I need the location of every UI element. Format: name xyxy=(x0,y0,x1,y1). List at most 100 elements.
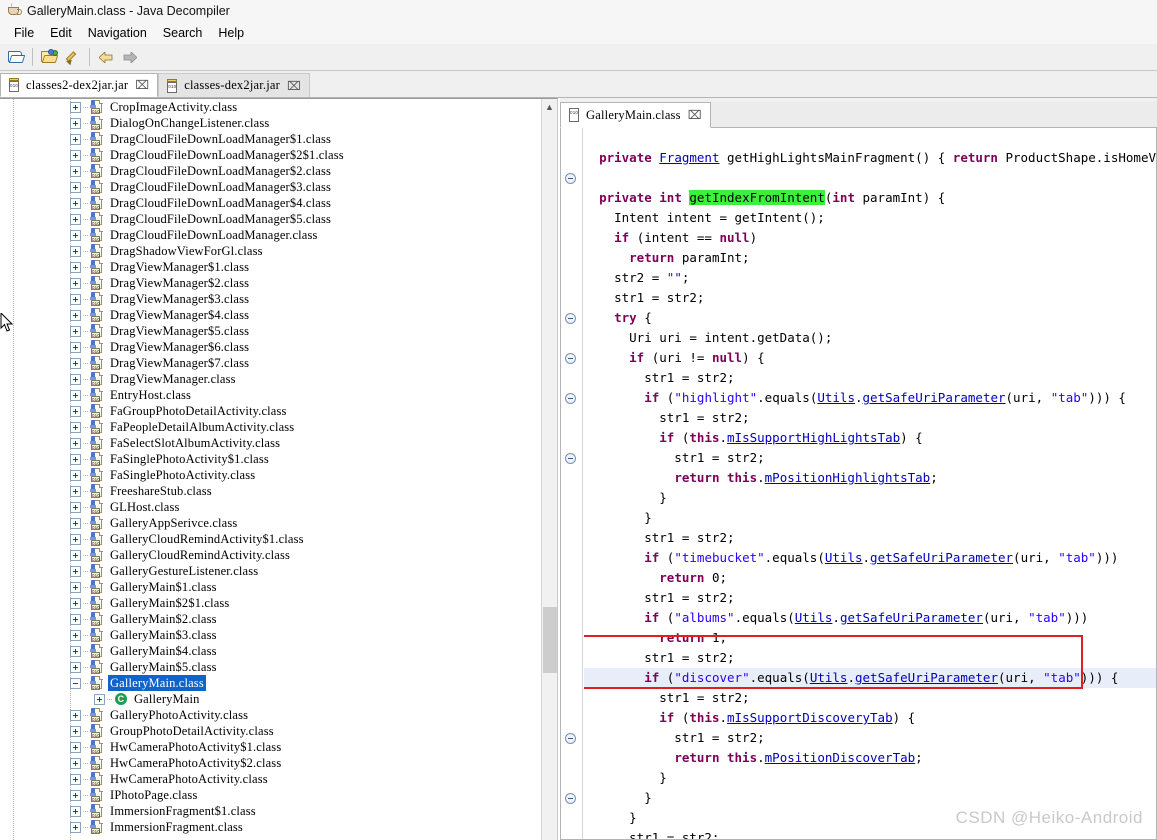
tree-item-hwcameraphotoactivity-2-class[interactable]: 010HwCameraPhotoActivity$2.class xyxy=(0,755,542,771)
expand-plus-icon[interactable] xyxy=(70,758,81,769)
class-tree-list[interactable]: 010CropImageActivity.class010DialogOnCha… xyxy=(0,99,542,840)
expand-plus-icon[interactable] xyxy=(70,438,81,449)
expand-plus-icon[interactable] xyxy=(70,822,81,833)
code-line[interactable]: return 0; xyxy=(584,568,1157,588)
expand-plus-icon[interactable] xyxy=(70,630,81,641)
expand-plus-icon[interactable] xyxy=(70,614,81,625)
tree-scrollbar[interactable]: ▲ xyxy=(541,99,557,840)
code-line[interactable]: str1 = str2; xyxy=(584,688,1157,708)
code-line[interactable]: str1 = str2; xyxy=(584,368,1157,388)
code-text-area[interactable]: private Fragment getHighLightsMainFragme… xyxy=(584,128,1157,839)
expand-plus-icon[interactable] xyxy=(70,182,81,193)
expand-plus-icon[interactable] xyxy=(70,518,81,529)
menu-navigation[interactable]: Navigation xyxy=(80,24,155,42)
tree-item-gallerymain-class[interactable]: 010GalleryMain.class xyxy=(0,675,542,691)
expand-plus-icon[interactable] xyxy=(70,742,81,753)
tree-item-gallerymain-3-class[interactable]: 010GalleryMain$3.class xyxy=(0,627,542,643)
code-line[interactable]: str1 = str2; xyxy=(584,588,1157,608)
tree-item-gallerymain[interactable]: CGalleryMain xyxy=(0,691,542,707)
tree-item-gallerycloudremindactivity-class[interactable]: 010GalleryCloudRemindActivity.class xyxy=(0,547,542,563)
tree-item-gallerycloudremindactivity-1-class[interactable]: 010GalleryCloudRemindActivity$1.class xyxy=(0,531,542,547)
tree-item-dragviewmanager-class[interactable]: 010DragViewManager.class xyxy=(0,371,542,387)
tree-item-dragcloudfiledownloadmanager-4-class[interactable]: 010DragCloudFileDownLoadManager$4.class xyxy=(0,195,542,211)
code-line[interactable]: Intent intent = getIntent(); xyxy=(584,208,1157,228)
expand-plus-icon[interactable] xyxy=(70,646,81,657)
expand-plus-icon[interactable] xyxy=(70,342,81,353)
tree-item-dragviewmanager-3-class[interactable]: 010DragViewManager$3.class xyxy=(0,291,542,307)
tree-item-galleryphotoactivity-class[interactable]: 010GalleryPhotoActivity.class xyxy=(0,707,542,723)
expand-plus-icon[interactable] xyxy=(70,310,81,321)
expand-plus-icon[interactable] xyxy=(70,118,81,129)
jar-tab-classes2[interactable]: classes2-dex2jar.jar ⌧ xyxy=(0,73,158,97)
expand-plus-icon[interactable] xyxy=(70,582,81,593)
tree-item-dragcloudfiledownloadmanager-3-class[interactable]: 010DragCloudFileDownLoadManager$3.class xyxy=(0,179,542,195)
collapse-minus-icon[interactable] xyxy=(70,678,81,689)
code-line[interactable]: if (intent == null) xyxy=(584,228,1157,248)
open-file-icon[interactable] xyxy=(5,46,27,68)
code-line[interactable]: str1 = str2; xyxy=(584,528,1157,548)
fold-collapse-icon[interactable] xyxy=(565,793,576,804)
expand-plus-icon[interactable] xyxy=(70,790,81,801)
code-line[interactable]: } xyxy=(584,508,1157,528)
expand-plus-icon[interactable] xyxy=(70,150,81,161)
menu-help[interactable]: Help xyxy=(210,24,252,42)
expand-plus-icon[interactable] xyxy=(70,166,81,177)
expand-plus-icon[interactable] xyxy=(70,454,81,465)
tree-item-dragviewmanager-7-class[interactable]: 010DragViewManager$7.class xyxy=(0,355,542,371)
expand-plus-icon[interactable] xyxy=(70,726,81,737)
expand-plus-icon[interactable] xyxy=(70,374,81,385)
tree-item-fasinglephotoactivity-1-class[interactable]: 010FaSinglePhotoActivity$1.class xyxy=(0,451,542,467)
tree-item-glhost-class[interactable]: 010GLHost.class xyxy=(0,499,542,515)
fold-collapse-icon[interactable] xyxy=(565,313,576,324)
expand-plus-icon[interactable] xyxy=(94,694,105,705)
tree-item-dragcloudfiledownloadmanager-class[interactable]: 010DragCloudFileDownLoadManager.class xyxy=(0,227,542,243)
close-icon[interactable]: ⌧ xyxy=(688,108,702,122)
menu-edit[interactable]: Edit xyxy=(42,24,80,42)
tree-item-hwcameraphotoactivity-class[interactable]: 010HwCameraPhotoActivity.class xyxy=(0,771,542,787)
close-icon[interactable]: ⌧ xyxy=(287,79,301,93)
expand-plus-icon[interactable] xyxy=(70,662,81,673)
code-line[interactable]: return this.mPositionHighlightsTab; xyxy=(584,468,1157,488)
code-line[interactable]: if (this.mIsSupportHighLightsTab) { xyxy=(584,428,1157,448)
expand-plus-icon[interactable] xyxy=(70,598,81,609)
tree-item-dragviewmanager-2-class[interactable]: 010DragViewManager$2.class xyxy=(0,275,542,291)
code-line[interactable]: private Fragment getHighLightsMainFragme… xyxy=(584,148,1157,168)
tree-scrollbar-thumb[interactable] xyxy=(543,607,557,673)
folding-margin[interactable] xyxy=(561,128,583,839)
tree-item-entryhost-class[interactable]: 010EntryHost.class xyxy=(0,387,542,403)
expand-plus-icon[interactable] xyxy=(70,422,81,433)
expand-plus-icon[interactable] xyxy=(70,550,81,561)
tree-item-dragviewmanager-6-class[interactable]: 010DragViewManager$6.class xyxy=(0,339,542,355)
tree-item-dragviewmanager-1-class[interactable]: 010DragViewManager$1.class xyxy=(0,259,542,275)
jar-tab-classes[interactable]: classes-dex2jar.jar ⌧ xyxy=(158,73,310,97)
tree-item-faselectslotalbumactivity-class[interactable]: 010FaSelectSlotAlbumActivity.class xyxy=(0,435,542,451)
tree-item-dragshadowviewforgl-class[interactable]: 010DragShadowViewForGl.class xyxy=(0,243,542,259)
code-line[interactable] xyxy=(584,128,1157,148)
fold-collapse-icon[interactable] xyxy=(565,453,576,464)
code-line[interactable]: } xyxy=(584,788,1157,808)
tree-item-dragcloudfiledownloadmanager-2-class[interactable]: 010DragCloudFileDownLoadManager$2.class xyxy=(0,163,542,179)
menu-file[interactable]: File xyxy=(6,24,42,42)
tree-item-hwcameraphotoactivity-1-class[interactable]: 010HwCameraPhotoActivity$1.class xyxy=(0,739,542,755)
code-line[interactable] xyxy=(584,168,1157,188)
code-line[interactable]: Uri uri = intent.getData(); xyxy=(584,328,1157,348)
scroll-up-icon[interactable]: ▲ xyxy=(542,99,557,114)
code-line[interactable]: if ("albums".equals(Utils.getSafeUriPara… xyxy=(584,608,1157,628)
code-line[interactable]: str1 = str2; xyxy=(584,648,1157,668)
expand-plus-icon[interactable] xyxy=(70,198,81,209)
tree-item-immersionfragment-1-class[interactable]: 010ImmersionFragment$1.class xyxy=(0,803,542,819)
code-line[interactable]: str1 = str2; xyxy=(584,408,1157,428)
expand-plus-icon[interactable] xyxy=(70,326,81,337)
tree-item-dragviewmanager-5-class[interactable]: 010DragViewManager$5.class xyxy=(0,323,542,339)
tree-item-galleryappserivce-class[interactable]: 010GalleryAppSerivce.class xyxy=(0,515,542,531)
editor-tab-gallerymain[interactable]: GalleryMain.class ⌧ xyxy=(560,102,711,128)
code-line[interactable]: return 1; xyxy=(584,628,1157,648)
expand-plus-icon[interactable] xyxy=(70,406,81,417)
expand-plus-icon[interactable] xyxy=(70,390,81,401)
tree-item-dialogonchangelistener-class[interactable]: 010DialogOnChangeListener.class xyxy=(0,115,542,131)
expand-plus-icon[interactable] xyxy=(70,294,81,305)
fold-collapse-icon[interactable] xyxy=(565,733,576,744)
tree-item-freesharestub-class[interactable]: 010FreeshareStub.class xyxy=(0,483,542,499)
expand-plus-icon[interactable] xyxy=(70,710,81,721)
tree-item-fapeopledetailalbumactivity-class[interactable]: 010FaPeopleDetailAlbumActivity.class xyxy=(0,419,542,435)
